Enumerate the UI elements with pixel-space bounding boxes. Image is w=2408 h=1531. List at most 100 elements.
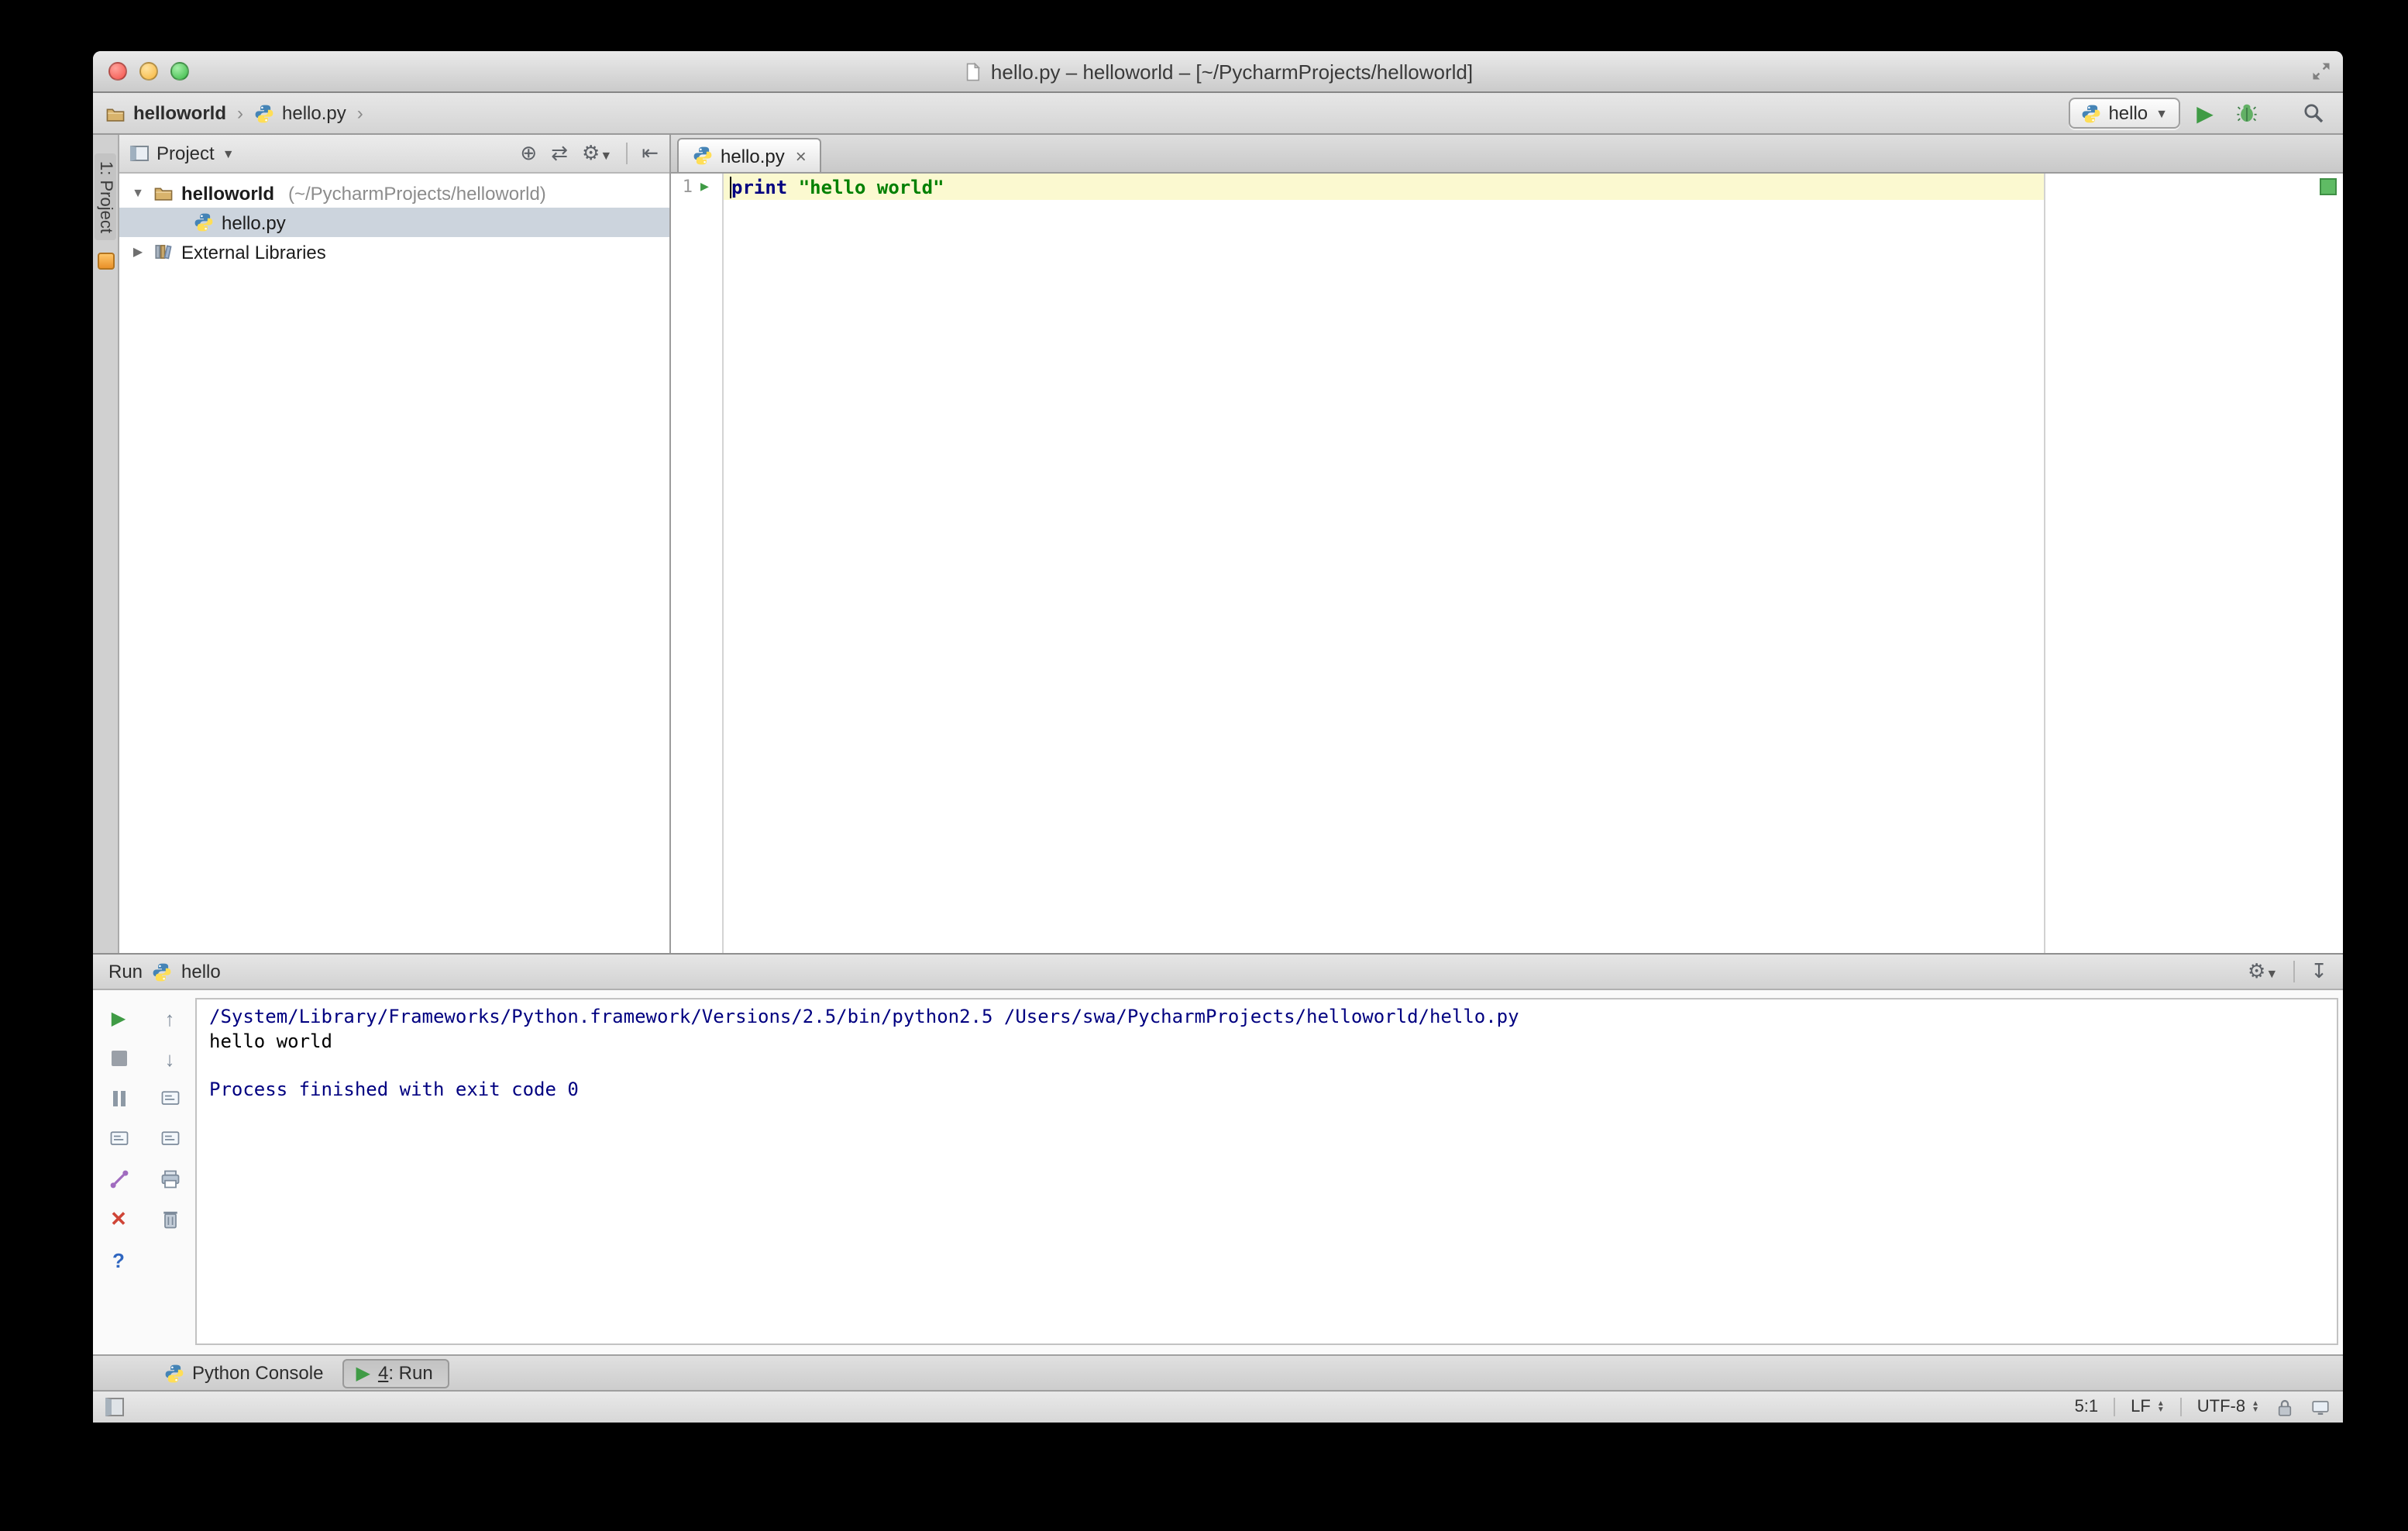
project-view-combo[interactable]: Project ▼ <box>130 143 235 164</box>
run-configuration-label: hello <box>2108 102 2148 124</box>
libraries-icon <box>153 242 174 262</box>
collapse-arrow-icon[interactable]: ▼ <box>130 186 146 200</box>
breadcrumb-file[interactable]: hello.py <box>282 102 346 124</box>
lock-icon[interactable] <box>2275 1397 2295 1417</box>
gutter-line-1: 1 ▶ <box>671 174 722 200</box>
clear-all-button[interactable] <box>156 1206 184 1233</box>
run-header-icons: ⚙▼ ↧ <box>2248 959 2327 984</box>
show-console-button[interactable] <box>105 1125 132 1153</box>
project-tool-button[interactable]: 1: Project <box>95 153 116 241</box>
editor-gutter[interactable]: 1 ▶ <box>671 174 724 953</box>
display-icon[interactable] <box>2310 1397 2331 1417</box>
python-icon <box>164 1363 184 1383</box>
encoding-select[interactable]: UTF-8 ▲ ▼ <box>2197 1398 2259 1416</box>
project-tool-button-label: 1: Project <box>96 161 115 233</box>
line-separator-select[interactable]: LF ▲ ▼ <box>2131 1398 2165 1416</box>
locate-file-icon[interactable]: ⊕ <box>520 141 537 166</box>
tree-row-hello-py[interactable]: hello.py <box>119 208 669 237</box>
main-area: 1: Project Project ▼ ⊕ ⇄ ⚙▼ ⇤ ▼ hellowor… <box>93 135 2343 953</box>
inspection-status-mark[interactable] <box>2320 178 2337 195</box>
tree-item-label: External Libraries <box>181 241 326 263</box>
project-tree[interactable]: ▼ helloworld (~/PycharmProjects/hellowor… <box>119 174 669 953</box>
close-window-button[interactable] <box>108 62 127 81</box>
run-tool-window-header: Run hello ⚙▼ ↧ <box>93 955 2343 990</box>
stop-button[interactable] <box>105 1044 132 1072</box>
pycharm-window: hello.py – helloworld – [~/PycharmProjec… <box>93 51 2343 1423</box>
project-header-icons: ⊕ ⇄ ⚙▼ ⇤ <box>520 141 659 166</box>
fullscreen-icon[interactable] <box>2310 60 2332 82</box>
document-icon <box>963 61 983 81</box>
stop-icon <box>111 1051 126 1066</box>
soft-wrap-button[interactable] <box>156 1085 184 1113</box>
help-button[interactable]: ? <box>105 1246 132 1274</box>
line-number: 1 <box>682 177 693 197</box>
window-title: hello.py – helloworld – [~/PycharmProjec… <box>990 60 1474 83</box>
title-bar[interactable]: hello.py – helloworld – [~/PycharmProjec… <box>93 51 2343 93</box>
up-arrow-icon: ↑ <box>164 1006 175 1030</box>
run-gutter-icon[interactable]: ▶ <box>700 179 709 194</box>
chevron-icon: › <box>356 102 363 124</box>
code-string: "hello world" <box>798 176 944 198</box>
python-file-icon <box>194 212 214 232</box>
run-config-name: hello <box>181 961 221 982</box>
attach-debugger-button[interactable] <box>105 1165 132 1193</box>
run-configuration-select[interactable]: hello ▼ <box>2068 98 2180 129</box>
next-trace-button[interactable]: ↓ <box>156 1044 184 1072</box>
run-toolbar-secondary: ↑ ↓ <box>144 990 195 1354</box>
tree-row-helloworld[interactable]: ▼ helloworld (~/PycharmProjects/hellowor… <box>119 178 669 208</box>
status-bar: 5:1 LF ▲ ▼ UTF-8 ▲ ▼ <box>93 1390 2343 1423</box>
editor-tab-bar: hello.py × <box>671 135 2343 174</box>
debug-button[interactable] <box>2230 96 2264 130</box>
tab-hello-py[interactable]: hello.py × <box>677 138 822 172</box>
panel-icon <box>130 146 149 161</box>
tree-item-path: (~/PycharmProjects/helloworld) <box>288 182 546 204</box>
run-console-output[interactable]: /System/Library/Frameworks/Python.framew… <box>195 998 2338 1345</box>
project-tab-icon[interactable] <box>97 253 114 270</box>
python-console-button[interactable]: Python Console <box>164 1362 323 1384</box>
run-tool-window: Run hello ⚙▼ ↧ ▶ ✕ ? ↑ ↓ /System/Library… <box>93 953 2343 1354</box>
tree-row-external-libraries[interactable]: ▶ External Libraries <box>119 237 669 267</box>
print-icon <box>159 1168 181 1190</box>
console-line: /System/Library/Frameworks/Python.framew… <box>209 1006 1519 1027</box>
breadcrumb-project[interactable]: helloworld <box>133 102 226 124</box>
scroll-end-icon <box>159 1128 181 1150</box>
divider <box>626 143 628 164</box>
divider <box>2114 1398 2116 1416</box>
gear-icon[interactable]: ⚙▼ <box>582 141 612 166</box>
close-tab-icon[interactable]: × <box>796 145 807 167</box>
gear-icon[interactable]: ⚙▼ <box>2248 959 2278 984</box>
code-area[interactable]: print "hello world" <box>724 174 2343 953</box>
right-margin-guide <box>2044 174 2045 953</box>
close-console-button[interactable]: ✕ <box>105 1206 132 1233</box>
navigation-bar: helloworld › hello.py › hello ▼ ▶ <box>93 93 2343 135</box>
tool-window-switcher-icon[interactable] <box>105 1398 124 1416</box>
python-file-icon <box>254 103 274 123</box>
console-icon <box>108 1128 129 1150</box>
search-button[interactable] <box>2296 96 2331 130</box>
updown-arrows-icon: ▲ ▼ <box>2156 1399 2165 1415</box>
dropdown-arrow-icon: ▼ <box>222 146 235 160</box>
caret-position[interactable]: 5:1 <box>2075 1398 2099 1416</box>
run-button[interactable]: ▶ <box>2188 96 2222 130</box>
hide-panel-icon[interactable]: ↧ <box>2310 959 2327 984</box>
scroll-from-source-icon[interactable]: ⇄ <box>551 141 568 166</box>
minimize-window-button[interactable] <box>139 62 158 81</box>
python-file-icon <box>693 146 713 166</box>
prev-trace-button[interactable]: ↑ <box>156 1004 184 1032</box>
pause-output-button[interactable] <box>105 1085 132 1113</box>
expand-arrow-icon[interactable]: ▶ <box>130 245 146 259</box>
print-button[interactable] <box>156 1165 184 1193</box>
run-toolbar-primary: ▶ ✕ ? <box>93 990 144 1354</box>
rerun-button[interactable]: ▶ <box>105 1004 132 1032</box>
editor-zone: hello.py × 1 ▶ print "hello world" <box>671 135 2343 953</box>
tab-label: hello.py <box>721 145 785 167</box>
run-tool-window-button[interactable]: ▶ 4: Run <box>342 1358 450 1388</box>
attach-icon <box>108 1168 129 1190</box>
zoom-window-button[interactable] <box>170 62 189 81</box>
hide-panel-icon[interactable]: ⇤ <box>642 141 659 166</box>
scroll-to-end-button[interactable] <box>156 1125 184 1153</box>
run-body: ▶ ✕ ? ↑ ↓ /System/Library/Frameworks/Pyt… <box>93 990 2343 1354</box>
rerun-icon: ▶ <box>111 1007 126 1029</box>
python-icon <box>152 962 172 982</box>
encoding-value: UTF-8 <box>2196 1398 2246 1416</box>
